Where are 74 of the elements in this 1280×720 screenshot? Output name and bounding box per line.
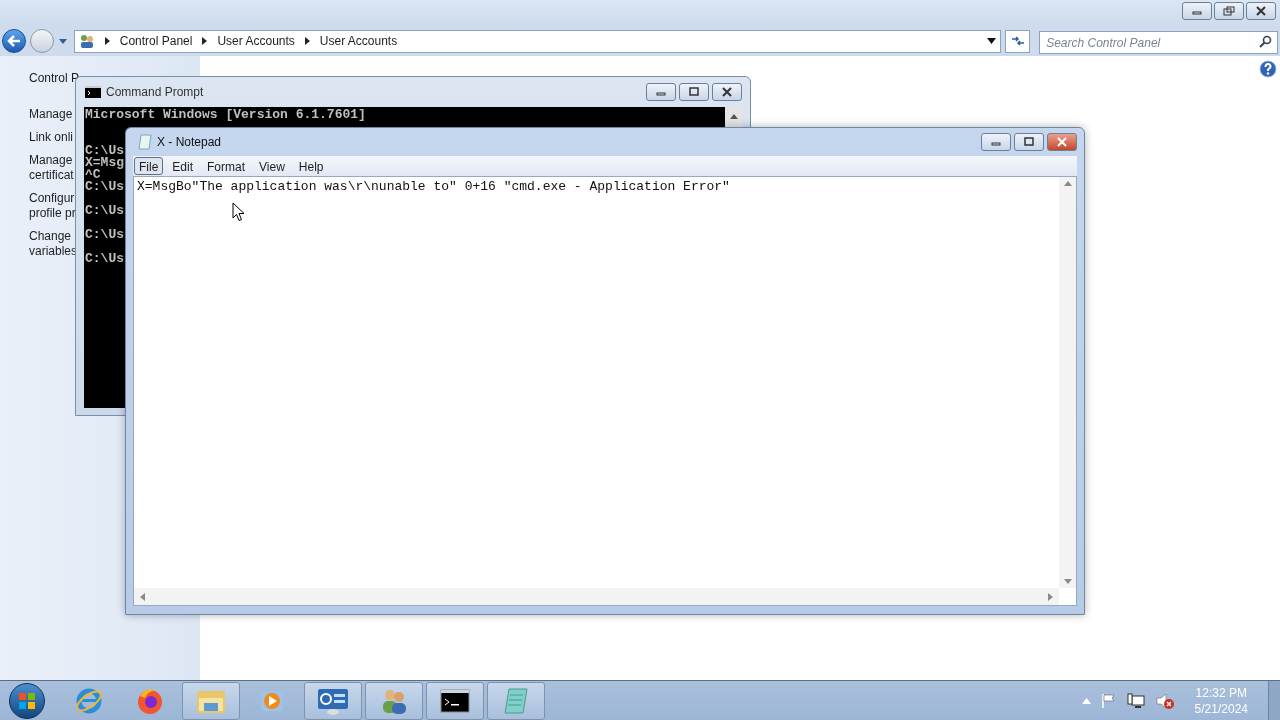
console-line: ^C	[85, 167, 101, 182]
address-bar[interactable]: Control Panel User Accounts User Accounts	[73, 29, 1002, 53]
minimize-button[interactable]	[981, 133, 1011, 151]
close-icon	[1056, 137, 1068, 147]
taskbar-button[interactable]	[426, 681, 484, 720]
muted-speaker-icon[interactable]	[1154, 691, 1175, 710]
breadcrumb-item[interactable]: Control Panel	[119, 32, 193, 50]
down-arrow-icon[interactable]	[1063, 579, 1072, 584]
breadcrumb-arrow-icon	[202, 37, 208, 45]
console-line: C:\Us	[85, 179, 124, 194]
minimize-button[interactable]	[646, 83, 676, 101]
menu-item[interactable]: Edit	[167, 157, 199, 175]
refresh-icon	[1010, 35, 1025, 47]
breadcrumb-arrow-icon	[104, 37, 110, 45]
help-icon[interactable]	[1259, 60, 1277, 78]
maximize-button[interactable]	[679, 83, 709, 101]
minimize-button[interactable]	[1182, 2, 1212, 20]
control-panel-icon	[78, 33, 95, 49]
sidebar-link[interactable]: Change variables	[29, 229, 78, 259]
maximize-icon	[1023, 137, 1035, 147]
flag-icon[interactable]	[1100, 692, 1117, 709]
sidebar-link[interactable]: Link onli	[29, 130, 74, 145]
menu-item[interactable]: View	[254, 157, 290, 175]
window-title: Command Prompt	[106, 84, 204, 101]
breadcrumb-arrow-icon	[304, 37, 310, 45]
history-dropdown-icon[interactable]	[57, 37, 68, 45]
notepad-icon	[138, 134, 152, 150]
sidebar-link[interactable]: Configur profile pr	[29, 191, 76, 221]
network-icon[interactable]	[1126, 692, 1145, 709]
search-field[interactable]: Search Control Panel	[1039, 31, 1278, 54]
close-icon	[721, 87, 733, 97]
maximize-icon	[688, 87, 700, 97]
up-arrow-icon[interactable]	[1063, 181, 1072, 186]
console-line: C:\Us	[85, 203, 124, 218]
terminal-icon	[85, 86, 101, 98]
left-arrow-icon[interactable]	[140, 592, 145, 601]
window-title: X - Notepad	[157, 134, 222, 151]
console-line: C:\Us	[85, 227, 124, 242]
scroll-up-button[interactable]	[725, 107, 742, 125]
mouse-pointer-icon	[232, 202, 245, 222]
vertical-scrollbar[interactable]	[1059, 177, 1076, 588]
up-arrow-icon	[729, 113, 738, 119]
right-arrow-icon[interactable]	[1048, 592, 1053, 601]
start-button[interactable]	[9, 682, 45, 719]
close-button[interactable]	[1246, 2, 1276, 20]
horizontal-scrollbar[interactable]	[134, 588, 1059, 605]
sidebar-link[interactable]: Manage certificat	[29, 153, 74, 183]
sidebar-link[interactable]: Manage	[29, 107, 73, 122]
restore-button[interactable]	[1214, 2, 1244, 20]
sidebar-link[interactable]: Control P	[29, 71, 80, 86]
maximize-button[interactable]	[1014, 133, 1044, 151]
address-dropdown-icon[interactable]	[987, 38, 997, 44]
close-button[interactable]	[1047, 133, 1077, 151]
breadcrumb-item[interactable]: User Accounts	[217, 32, 295, 50]
menu-item[interactable]: File	[134, 157, 164, 175]
notepad-icon	[501, 685, 531, 716]
menu-item[interactable]: Format	[202, 157, 251, 175]
terminal-icon	[440, 688, 470, 713]
document-text: X=MsgBo"The application was\r\nunable to" 0+16 "cmd.exe - Application Error"	[137, 179, 730, 194]
console-line: C:\Us	[85, 143, 124, 158]
back-arrow-icon	[6, 35, 21, 47]
console-line: X=Msg	[85, 155, 124, 170]
windows-flag-icon	[18, 691, 36, 710]
back-button[interactable]	[2, 29, 26, 53]
console-line: Microsoft Windows [Version 6.1.7601]	[85, 107, 366, 122]
search-icon	[1259, 34, 1272, 48]
restore-icon	[1223, 6, 1235, 16]
menu-item[interactable]: Help	[293, 157, 329, 175]
close-button[interactable]	[712, 83, 742, 101]
console-line: C:\Us	[85, 251, 124, 266]
close-icon	[1255, 6, 1267, 16]
breadcrumb-item[interactable]: User Accounts	[319, 32, 398, 50]
show-hidden-icons-icon[interactable]	[1081, 697, 1091, 704]
refresh-button[interactable]	[1005, 29, 1031, 53]
